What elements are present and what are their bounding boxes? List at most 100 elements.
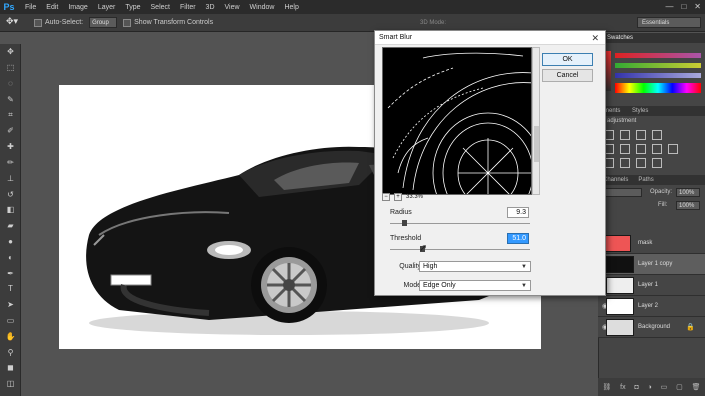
close-window-button[interactable]: ✕ <box>694 2 701 11</box>
layer-row[interactable]: mask <box>598 233 705 254</box>
3d-mode-label: 3D Mode: <box>420 19 447 26</box>
fx-icon[interactable]: fx <box>620 384 625 391</box>
menu-select[interactable]: Select <box>146 4 175 11</box>
zoom-out-button[interactable]: − <box>382 193 390 201</box>
color-swatch-icon[interactable]: ◼ <box>0 360 21 376</box>
move-tool-icon[interactable]: ✥ <box>0 44 21 60</box>
green-channel-slider[interactable] <box>615 63 701 68</box>
photo-filter-icon[interactable] <box>668 144 678 154</box>
radius-slider[interactable] <box>390 220 530 226</box>
dodge-tool-icon[interactable]: ◐ <box>0 249 21 265</box>
menu-edit[interactable]: Edit <box>41 4 63 11</box>
history-brush-icon[interactable]: ↺ <box>0 186 21 202</box>
menu-type[interactable]: Type <box>120 4 145 11</box>
dialog-title: Smart Blur <box>379 34 413 41</box>
radius-field[interactable]: 9.3 <box>507 207 529 218</box>
menu-view[interactable]: View <box>220 4 245 11</box>
red-channel-slider[interactable] <box>615 53 701 58</box>
new-adjustment-icon[interactable]: ◑ <box>648 384 652 391</box>
tab-swatches[interactable]: Swatches <box>599 33 705 43</box>
blend-mode-dropdown[interactable] <box>602 188 642 197</box>
scrollbar-thumb[interactable] <box>534 126 539 162</box>
adjustments-header: ments Styles <box>598 106 705 116</box>
edge-preview-image <box>387 52 531 194</box>
zoom-in-button[interactable]: + <box>394 193 402 201</box>
filter-preview[interactable] <box>382 47 532 195</box>
tab-styles[interactable]: Styles <box>628 108 652 114</box>
new-group-icon[interactable]: ▭ <box>661 383 668 391</box>
eyedropper-tool-icon[interactable]: ✐ <box>0 123 21 139</box>
menu-filter[interactable]: Filter <box>175 4 201 11</box>
quick-select-tool-icon[interactable]: ✎ <box>0 91 21 107</box>
curves-icon[interactable] <box>636 130 646 140</box>
menu-layer[interactable]: Layer <box>93 4 121 11</box>
hand-tool-icon[interactable]: ✋ <box>0 328 21 344</box>
blur-tool-icon[interactable]: ● <box>0 234 21 250</box>
menu-image[interactable]: Image <box>63 4 92 11</box>
auto-select-checkbox[interactable] <box>34 18 42 27</box>
cancel-button[interactable]: Cancel <box>542 69 593 82</box>
maximize-button[interactable]: □ <box>681 2 686 11</box>
threshold-slider[interactable] <box>390 246 530 252</box>
threshold-field[interactable]: 51.0 <box>507 233 529 244</box>
tab-paths[interactable]: Paths <box>633 175 658 185</box>
add-mask-icon[interactable]: ◘ <box>634 384 638 391</box>
add-adjustment-label: n adjustment <box>602 118 637 124</box>
layer-row[interactable]: ◉ Background 🔒 <box>598 317 705 338</box>
radius-slider-knob[interactable] <box>402 220 407 226</box>
brush-tool-icon[interactable]: ✏ <box>0 155 21 171</box>
layer-row[interactable]: ◉ Layer 2 <box>598 296 705 317</box>
gradient-tool-icon[interactable]: ▰ <box>0 218 21 234</box>
ok-button[interactable]: OK <box>542 53 593 66</box>
posterize-icon[interactable] <box>620 158 630 168</box>
menu-help[interactable]: Help <box>279 4 303 11</box>
move-tool-icon[interactable]: ✥▾ <box>6 16 28 30</box>
tools-panel: ✥ ⬚ ◌ ✎ ⌗ ✐ ✚ ✏ ⊥ ↺ ◧ ▰ ● ◐ ✒ T ➤ ▭ ✋ ⚲ … <box>0 44 21 396</box>
fill-field[interactable]: 100% <box>676 201 700 210</box>
minimize-button[interactable]: — <box>665 2 673 11</box>
color-balance-icon[interactable] <box>636 144 646 154</box>
close-icon[interactable]: ✕ <box>591 31 599 45</box>
delete-layer-icon[interactable]: 🗑 <box>692 383 701 391</box>
eraser-tool-icon[interactable]: ◧ <box>0 202 21 218</box>
path-select-tool-icon[interactable]: ➤ <box>0 297 21 313</box>
type-tool-icon[interactable]: T <box>0 281 21 297</box>
menu-3d[interactable]: 3D <box>201 4 220 11</box>
shape-tool-icon[interactable]: ▭ <box>0 313 21 329</box>
spectrum-bar[interactable] <box>615 83 701 93</box>
threshold-icon[interactable] <box>636 158 646 168</box>
opacity-field[interactable]: 100% <box>676 188 700 197</box>
gradient-map-icon[interactable] <box>652 158 662 168</box>
black-white-icon[interactable] <box>652 144 662 154</box>
transform-controls-checkbox[interactable] <box>123 18 132 27</box>
zoom-tool-icon[interactable]: ⚲ <box>0 344 21 360</box>
menu-window[interactable]: Window <box>245 4 280 11</box>
exposure-icon[interactable] <box>652 130 662 140</box>
mode-dropdown[interactable]: Edge Only ▼ <box>419 280 531 291</box>
crop-tool-icon[interactable]: ⌗ <box>0 107 21 123</box>
quality-dropdown[interactable]: High ▼ <box>419 261 531 272</box>
preview-vertical-scrollbar[interactable] <box>532 47 540 195</box>
menu-file[interactable]: File <box>20 4 41 11</box>
layer-row[interactable]: ◉ Layer 1 <box>598 275 705 296</box>
blue-channel-slider[interactable] <box>615 73 701 78</box>
new-layer-icon[interactable]: ▢ <box>676 383 683 391</box>
layer-name: Layer 2 <box>638 303 659 309</box>
layer-row[interactable]: ◉ Layer 1 copy <box>598 254 705 275</box>
link-layers-icon[interactable]: ⛓ <box>602 383 611 391</box>
auto-select-dropdown[interactable]: Group <box>89 17 118 28</box>
quick-mask-icon[interactable]: ◫ <box>0 376 21 392</box>
workspace-dropdown[interactable]: Essentials <box>637 17 701 28</box>
levels-icon[interactable] <box>620 130 630 140</box>
marquee-tool-icon[interactable]: ⬚ <box>0 60 21 76</box>
smart-blur-dialog: Smart Blur ✕ − + 33.3% OK Cancel Radius … <box>374 30 606 296</box>
lasso-tool-icon[interactable]: ◌ <box>0 76 21 92</box>
stamp-tool-icon[interactable]: ⊥ <box>0 170 21 186</box>
lock-icon: 🔒 <box>686 324 695 331</box>
hue-saturation-icon[interactable] <box>620 144 630 154</box>
window-controls: — □ ✕ <box>665 2 701 11</box>
healing-tool-icon[interactable]: ✚ <box>0 139 21 155</box>
color-picker[interactable] <box>599 43 705 99</box>
pen-tool-icon[interactable]: ✒ <box>0 265 21 281</box>
dialog-titlebar: Smart Blur ✕ <box>375 31 605 45</box>
